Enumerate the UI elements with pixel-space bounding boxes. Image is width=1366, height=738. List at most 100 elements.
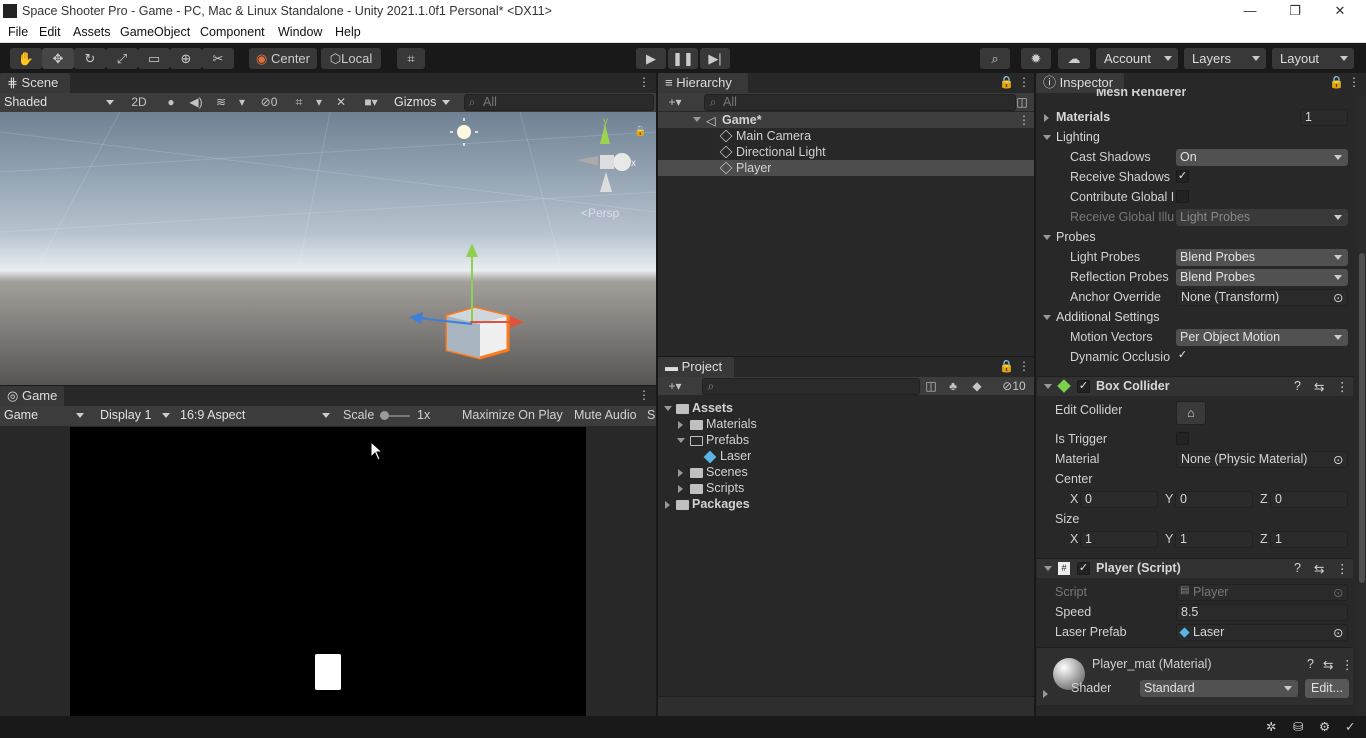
physic-material-field[interactable]: None (Physic Material) bbox=[1176, 451, 1348, 468]
foldout-icon[interactable] bbox=[1044, 384, 1052, 389]
project-item-scenes[interactable]: Scenes bbox=[658, 465, 1034, 481]
create-icon[interactable]: +▾ bbox=[662, 93, 688, 111]
scene-root-row[interactable]: ◁ Game* ⋮ bbox=[658, 112, 1034, 128]
menu-assets[interactable]: Assets bbox=[73, 25, 111, 39]
stats-toggle[interactable]: S bbox=[647, 408, 655, 422]
inspector-menu-icon[interactable]: ⋮ bbox=[1348, 75, 1360, 89]
camera-icon[interactable]: ■▾ bbox=[356, 93, 386, 111]
project-item-packages[interactable]: Packages bbox=[658, 497, 1034, 513]
rotate-tool-icon[interactable]: ↻ bbox=[74, 48, 106, 69]
expand-arrow-icon[interactable] bbox=[664, 406, 672, 411]
laser-prefab-field[interactable]: Laser bbox=[1176, 624, 1348, 641]
2d-toggle[interactable]: 2D bbox=[126, 93, 152, 111]
hierarchy-search-input[interactable]: All bbox=[704, 94, 1016, 111]
maximize-on-play-toggle[interactable]: Maximize On Play bbox=[462, 408, 563, 422]
move-tool-icon[interactable]: ✥ bbox=[42, 48, 74, 69]
box-collider-header[interactable]: ✓ Box Collider ? ⇆ ⋮ bbox=[1037, 376, 1353, 396]
help-icon[interactable]: ? bbox=[1294, 379, 1301, 393]
tab-hierarchy[interactable]: ≡ Hierarchy bbox=[658, 73, 748, 93]
shader-dropdown[interactable]: Standard bbox=[1140, 680, 1298, 697]
inspector-lock-icon[interactable]: 🔒 bbox=[1329, 75, 1344, 89]
expand-arrow-icon[interactable] bbox=[693, 117, 701, 122]
collapse-arrow-icon[interactable] bbox=[678, 485, 683, 493]
is-trigger-checkbox[interactable] bbox=[1176, 432, 1189, 445]
grid-toggle-icon[interactable]: ⌗ bbox=[288, 93, 310, 111]
tools-icon[interactable]: ✕ bbox=[330, 93, 352, 111]
scrollbar-thumb[interactable] bbox=[1359, 253, 1365, 583]
collapse-arrow-icon[interactable] bbox=[678, 469, 683, 477]
project-create-icon[interactable]: +▾ bbox=[662, 377, 688, 395]
help-icon[interactable]: ? bbox=[1307, 657, 1314, 671]
mute-audio-toggle[interactable]: Mute Audio bbox=[574, 408, 637, 422]
services-icon[interactable]: ✹ bbox=[1021, 48, 1051, 69]
hand-tool-icon[interactable]: ✋ bbox=[10, 48, 42, 69]
project-item-scripts[interactable]: Scripts bbox=[658, 481, 1034, 497]
custom-tool-icon[interactable]: ✂ bbox=[202, 48, 234, 69]
play-button[interactable]: ▶ bbox=[636, 48, 666, 69]
material-foldout-icon[interactable] bbox=[1043, 690, 1048, 698]
lock-icon[interactable]: 🔒 bbox=[634, 125, 646, 137]
contribute-gi-checkbox[interactable] bbox=[1176, 190, 1189, 203]
object-picker-icon[interactable]: ⊙ bbox=[1333, 625, 1343, 640]
receive-gi-dropdown[interactable]: Light Probes bbox=[1176, 209, 1348, 226]
scene-search-input[interactable]: All bbox=[464, 94, 654, 111]
player-cube[interactable] bbox=[445, 306, 510, 360]
menu-help[interactable]: Help bbox=[335, 25, 361, 39]
pivot-center-button[interactable]: ◉ Center bbox=[249, 48, 317, 69]
collapse-arrow-icon[interactable] bbox=[678, 421, 683, 429]
foldout-icon[interactable] bbox=[1044, 566, 1052, 571]
pivot-local-button[interactable]: ⬡Local bbox=[321, 48, 381, 69]
player-script-header[interactable]: # ✓ Player (Script) ? ⇆ ⋮ bbox=[1037, 558, 1353, 578]
probes-foldout-icon[interactable] bbox=[1043, 235, 1051, 240]
game-view-dropdown[interactable]: Game bbox=[0, 407, 90, 424]
project-menu-icon[interactable]: ⋮ bbox=[1018, 359, 1030, 373]
perspective-label[interactable]: <Persp bbox=[581, 206, 620, 220]
project-item-prefabs[interactable]: Prefabs bbox=[658, 433, 1034, 449]
edit-shader-button[interactable]: Edit... bbox=[1305, 679, 1349, 698]
search-by-type-icon[interactable]: ◫ bbox=[922, 377, 940, 395]
pause-button[interactable]: ❚❚ bbox=[668, 48, 698, 69]
scene-menu-icon[interactable]: ⋮ bbox=[638, 75, 650, 89]
dynamic-occlusion-checkbox[interactable]: ✓ bbox=[1176, 350, 1189, 363]
materials-count-field[interactable]: 1 bbox=[1300, 109, 1348, 126]
center-z-field[interactable]: 0 bbox=[1270, 491, 1348, 508]
cache-server-icon[interactable]: ⛁ bbox=[1293, 719, 1303, 734]
help-icon[interactable]: ? bbox=[1294, 561, 1301, 575]
additional-settings-foldout-icon[interactable] bbox=[1043, 315, 1051, 320]
game-viewport[interactable] bbox=[70, 427, 586, 716]
scale-slider-thumb[interactable] bbox=[380, 411, 389, 420]
lighting-toggle-icon[interactable]: ● bbox=[160, 93, 182, 111]
shading-dropdown[interactable]: Shaded bbox=[0, 94, 120, 111]
menu-window[interactable]: Window bbox=[278, 25, 322, 39]
favorite-icon[interactable]: ◆ bbox=[968, 377, 986, 395]
size-y-field[interactable]: 1 bbox=[1175, 531, 1253, 548]
account-dropdown[interactable]: Account bbox=[1096, 48, 1178, 69]
object-picker-icon[interactable]: ⊙ bbox=[1333, 452, 1343, 467]
gizmos-dropdown[interactable]: Gizmos bbox=[390, 94, 456, 111]
edit-collider-button[interactable]: ⌂ bbox=[1176, 401, 1206, 425]
component-menu-icon[interactable]: ⋮ bbox=[1336, 561, 1349, 576]
cast-shadows-dropdown[interactable]: On bbox=[1176, 149, 1348, 166]
scene-viewport[interactable]: y x <Persp 🔒 bbox=[0, 112, 656, 385]
search-icon[interactable]: ⌕ bbox=[980, 48, 1010, 69]
project-item-assets[interactable]: Assets bbox=[658, 401, 1034, 417]
hierarchy-lock-icon[interactable]: 🔒 bbox=[999, 75, 1014, 89]
auto-generate-lighting-icon[interactable]: ✲ bbox=[1266, 719, 1276, 734]
maximize-button[interactable]: ❐ bbox=[1275, 2, 1315, 20]
grid-dropdown-icon[interactable]: ▾ bbox=[312, 93, 326, 111]
materials-foldout-icon[interactable] bbox=[1044, 114, 1049, 122]
step-button[interactable]: ▶| bbox=[700, 48, 730, 69]
lighting-foldout-icon[interactable] bbox=[1043, 135, 1051, 140]
collab-status-icon[interactable]: ✓ bbox=[1345, 719, 1355, 734]
debug-mode-icon[interactable]: ⚙ bbox=[1319, 719, 1330, 734]
presets-icon[interactable]: ⇆ bbox=[1314, 561, 1324, 576]
game-menu-icon[interactable]: ⋮ bbox=[638, 388, 650, 402]
search-by-label-icon[interactable]: ♣ bbox=[944, 377, 962, 395]
player-script-enabled-checkbox[interactable]: ✓ bbox=[1077, 562, 1090, 575]
hierarchy-item-directional-light[interactable]: Directional Light bbox=[658, 144, 1034, 160]
box-collider-enabled-checkbox[interactable]: ✓ bbox=[1077, 380, 1090, 393]
cloud-icon[interactable]: ☁ bbox=[1058, 48, 1090, 69]
project-search-input[interactable] bbox=[702, 378, 920, 395]
hidden-packages-toggle[interactable]: ⊘10 bbox=[996, 377, 1032, 395]
menu-component[interactable]: Component bbox=[200, 25, 265, 39]
